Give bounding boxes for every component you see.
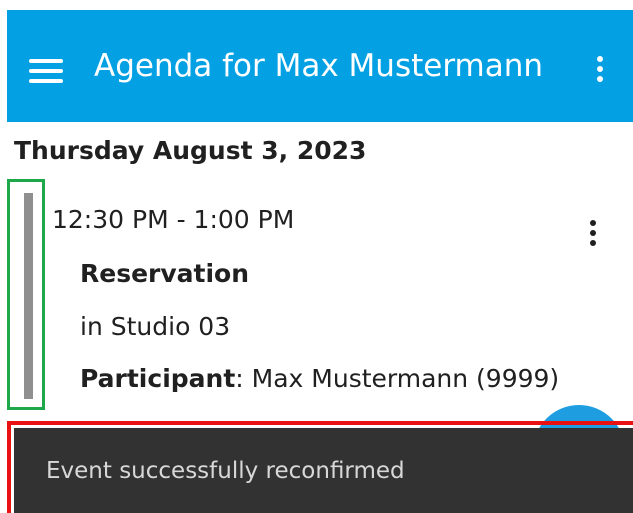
event-status-indicator xyxy=(24,193,33,399)
app-bar: Agenda for Max Mustermann xyxy=(7,10,633,122)
snackbar-highlight xyxy=(7,421,633,513)
participant-label: Participant xyxy=(80,364,236,393)
agenda-date-heading: Thursday August 3, 2023 xyxy=(14,136,367,165)
event-title[interactable]: Reservation xyxy=(80,259,249,288)
event-participant: Participant: Max Mustermann (9999) xyxy=(80,364,559,393)
event-location: in Studio 03 xyxy=(80,312,231,341)
page-title: Agenda for Max Mustermann xyxy=(94,48,544,84)
top-margin xyxy=(0,0,633,10)
more-vert-icon[interactable] xyxy=(590,54,610,94)
event-more-vert-icon[interactable] xyxy=(583,220,603,252)
participant-value: : Max Mustermann (9999) xyxy=(235,364,560,393)
event-time: 12:30 PM - 1:00 PM xyxy=(52,205,295,234)
agenda-screen: Agenda for Max Mustermann Thursday Augus… xyxy=(0,0,633,513)
hamburger-menu-icon[interactable] xyxy=(29,56,63,86)
